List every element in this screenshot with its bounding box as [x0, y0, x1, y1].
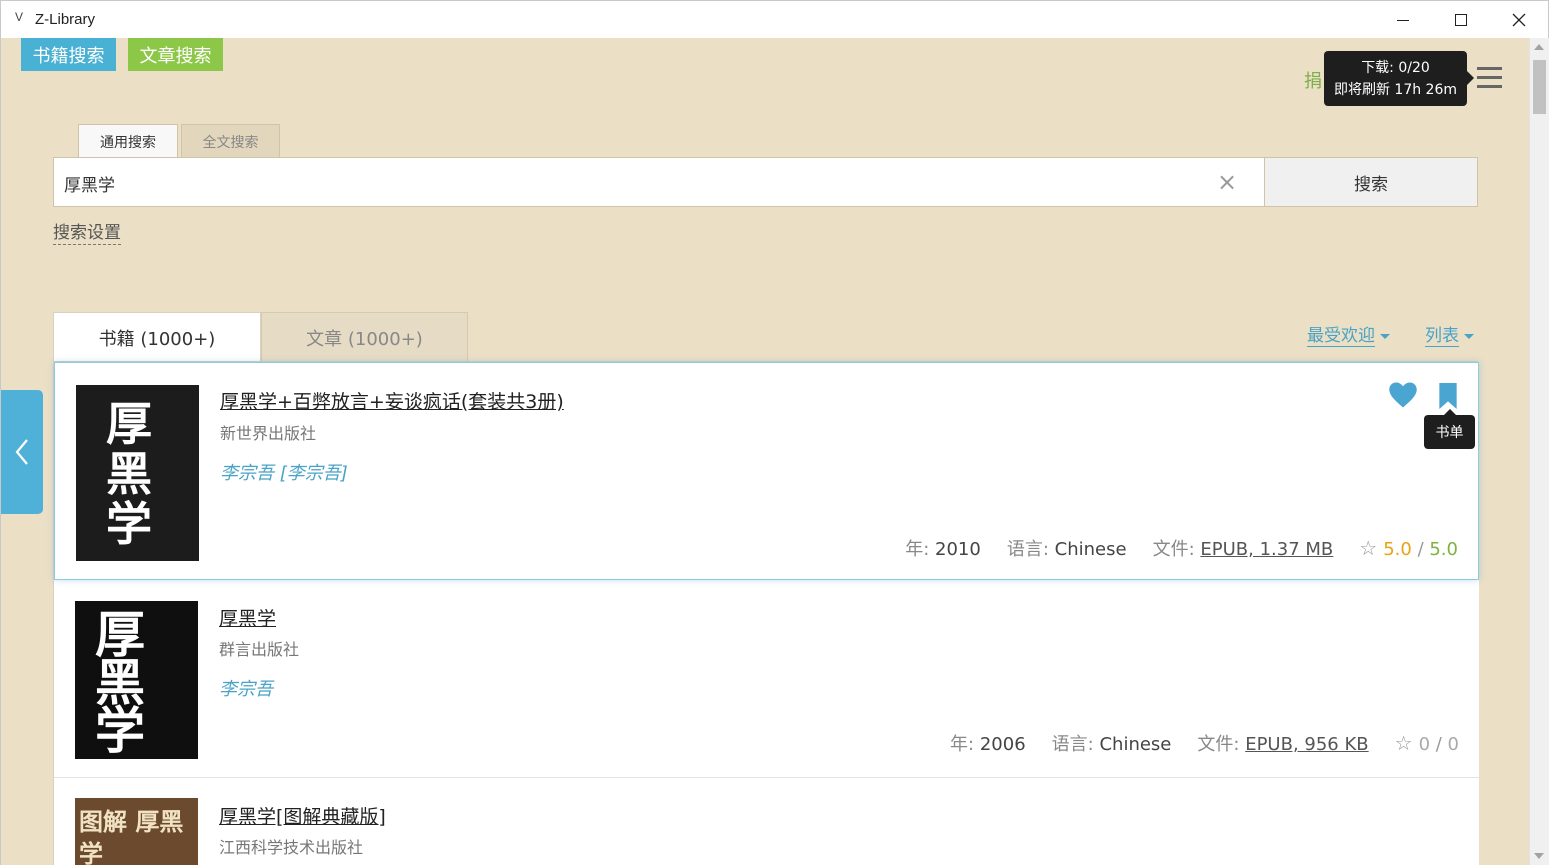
vertical-scrollbar[interactable] — [1529, 38, 1549, 865]
tab-books-results[interactable]: 书籍 (1000+) — [53, 312, 261, 363]
search-box: × — [53, 157, 1265, 207]
book-language: 语言: Chinese — [1006, 539, 1127, 560]
sort-label: 最受欢迎 — [1307, 326, 1375, 347]
app-logo-icon: V — [15, 10, 24, 24]
book-meta: 年: 2010 语言: Chinese 文件: EPUB, 1.37 MB ☆ 5… — [905, 535, 1458, 561]
refresh-time-text: 即将刷新 17h 26m — [1333, 82, 1458, 98]
cover-art-text: 图解 厚黑学 — [79, 807, 184, 865]
book-rating: ☆ 0 / 0 — [1394, 731, 1459, 755]
sidebar-toggle-button[interactable] — [1, 390, 43, 514]
book-file: 文件: EPUB, 1.37 MB — [1152, 539, 1334, 560]
maximize-icon — [1455, 14, 1467, 26]
book-publisher: 群言出版社 — [219, 640, 300, 659]
scroll-thumb[interactable] — [1533, 60, 1546, 114]
cover-art-text: 厚黑学 — [106, 397, 152, 551]
star-icon: ☆ — [1394, 731, 1413, 755]
clear-icon[interactable]: × — [1214, 168, 1240, 196]
book-cover[interactable]: 图解 厚黑学 — [75, 798, 198, 865]
window-titlebar: V Z-Library — [0, 0, 1549, 38]
book-title[interactable]: 厚黑学 — [219, 604, 276, 631]
book-meta: 年: 2006 语言: Chinese 文件: EPUB, 956 KB ☆ 0 … — [950, 730, 1459, 756]
chevron-left-icon — [15, 439, 28, 465]
file-download-link[interactable]: EPUB, 956 KB — [1245, 734, 1368, 755]
bookmark-icon[interactable] — [1437, 383, 1459, 409]
close-button[interactable] — [1490, 1, 1548, 39]
download-limit-tooltip: 下载: 0/20 即将刷新 17h 26m — [1324, 51, 1474, 106]
book-item[interactable]: 厚黑学 厚黑学+百弊放言+妄谈疯话(套装共3册) 新世界出版社 李宗吾 [李宗吾… — [54, 362, 1479, 580]
maximize-button[interactable] — [1432, 1, 1490, 39]
book-publisher: 新世界出版社 — [220, 424, 317, 443]
donate-link[interactable]: 捐 — [1304, 67, 1322, 93]
tab-articles-results[interactable]: 文章 (1000+) — [261, 312, 468, 362]
sort-dropdown[interactable]: 最受欢迎 — [1307, 326, 1390, 347]
window-title: Z-Library — [35, 11, 96, 28]
book-author[interactable]: 李宗吾 — [219, 675, 273, 701]
search-settings-link[interactable]: 搜索设置 — [53, 222, 121, 245]
close-icon — [1512, 13, 1526, 27]
heart-icon[interactable] — [1388, 381, 1418, 409]
view-mode-label: 列表 — [1425, 326, 1459, 347]
bookmark-tooltip: 书单 — [1424, 409, 1475, 449]
book-language: 语言: Chinese — [1051, 734, 1172, 755]
tab-fulltext-search[interactable]: 全文搜索 — [181, 124, 280, 158]
minimize-button[interactable] — [1374, 1, 1432, 39]
book-title[interactable]: 厚黑学[图解典藏版] — [219, 802, 386, 829]
book-item[interactable]: 图解 厚黑学 厚黑学[图解典藏版] 江西科学技术出版社 — [54, 778, 1479, 865]
article-search-button[interactable]: 文章搜索 — [128, 38, 223, 71]
chevron-down-icon — [1380, 334, 1390, 339]
scroll-up-icon[interactable] — [1534, 44, 1544, 50]
menu-icon[interactable] — [1477, 67, 1502, 89]
tab-general-search[interactable]: 通用搜索 — [78, 124, 178, 159]
chevron-down-icon — [1464, 334, 1474, 339]
book-publisher: 江西科学技术出版社 — [219, 838, 364, 857]
scroll-down-icon[interactable] — [1534, 853, 1544, 859]
book-search-button[interactable]: 书籍搜索 — [21, 38, 116, 71]
file-download-link[interactable]: EPUB, 1.37 MB — [1200, 539, 1333, 560]
book-rating: ☆ 5.0 / 5.0 — [1359, 536, 1458, 560]
book-author[interactable]: 李宗吾 [李宗吾] — [220, 459, 348, 485]
search-input[interactable] — [64, 170, 1214, 196]
book-year: 年: 2006 — [950, 734, 1026, 755]
view-mode-dropdown[interactable]: 列表 — [1425, 326, 1474, 347]
book-cover[interactable]: 厚黑学 — [76, 385, 199, 561]
book-item[interactable]: 厚黑学 厚黑学 群言出版社 李宗吾 年: 2006 语言: Chinese 文件… — [54, 580, 1479, 778]
star-icon: ☆ — [1359, 536, 1378, 560]
book-file: 文件: EPUB, 956 KB — [1197, 734, 1369, 755]
search-button[interactable]: 搜索 — [1264, 157, 1478, 207]
book-cover[interactable]: 厚黑学 — [75, 601, 198, 759]
results-list: 厚黑学 厚黑学+百弊放言+妄谈疯话(套装共3册) 新世界出版社 李宗吾 [李宗吾… — [53, 361, 1479, 865]
download-count-text: 下载: 0/20 — [1361, 60, 1430, 76]
book-title[interactable]: 厚黑学+百弊放言+妄谈疯话(套装共3册) — [220, 387, 564, 414]
cover-art-text: 厚黑学 — [95, 605, 145, 759]
book-year: 年: 2010 — [905, 539, 981, 560]
minimize-icon — [1397, 19, 1409, 21]
page-content: 书籍搜索 文章搜索 捐 下载: 0/20 即将刷新 17h 26m 通用搜索 全… — [0, 38, 1529, 865]
